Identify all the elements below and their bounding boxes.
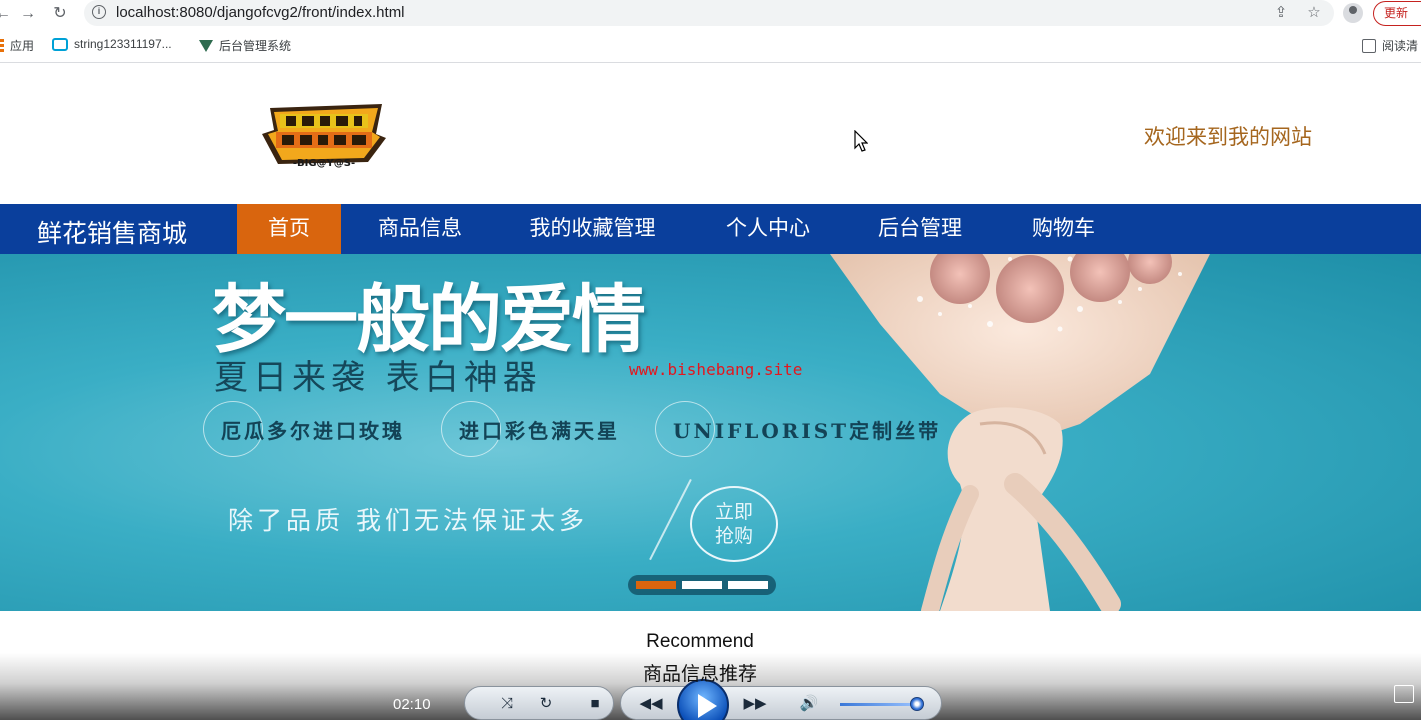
address-bar[interactable]: i localhost:8080/djangofcvg2/front/index…	[84, 0, 1334, 26]
feature-label: 进口彩色满天星	[459, 419, 620, 443]
recommend-title-en: Recommend	[646, 631, 754, 652]
carousel-dot[interactable]	[636, 581, 676, 589]
nav-item-favorites[interactable]: 我的收藏管理	[510, 204, 675, 254]
nav-item-products[interactable]: 商品信息	[360, 204, 480, 254]
repeat-icon[interactable]: ↻	[536, 694, 556, 714]
carousel-dot[interactable]	[728, 581, 768, 589]
shuffle-icon[interactable]: ⤨	[497, 694, 517, 714]
nav-item-cart[interactable]: 购物车	[1016, 204, 1111, 254]
reading-list[interactable]: 阅读清	[1362, 37, 1418, 54]
url-text[interactable]: localhost:8080/djangofcvg2/front/index.h…	[116, 4, 405, 21]
star-icon[interactable]: ☆	[1304, 3, 1324, 23]
banner-slogan: 除了品质 我们无法保证太多	[228, 506, 588, 535]
stop-icon[interactable]: ■	[585, 694, 605, 714]
nav-item-profile[interactable]: 个人中心	[708, 204, 828, 254]
welcome-text: 欢迎来到我的网站	[1144, 126, 1312, 149]
hero-banner[interactable]: 梦一般的爱情 夏日来袭 表白神器 www.bishebang.site 厄瓜多尔…	[0, 254, 1421, 611]
recommend-title-cn: 商品信息推荐	[642, 664, 757, 685]
rewind-icon[interactable]: ◀◀	[638, 694, 664, 714]
profile-avatar[interactable]	[1343, 3, 1363, 23]
logo-text: -BIG@Y@S-	[293, 158, 355, 169]
carousel-indicators	[628, 575, 776, 595]
carousel-dot[interactable]	[682, 581, 722, 589]
vue-logo-icon	[199, 39, 213, 52]
site-header: -BIG@Y@S- 欢迎来到我的网站	[0, 64, 1421, 204]
nav-item-admin[interactable]: 后台管理	[860, 204, 980, 254]
update-button[interactable]: 更新	[1373, 1, 1421, 26]
fast-forward-icon[interactable]: ▶▶	[742, 694, 768, 714]
bookmark-label: string123311197...	[74, 37, 172, 51]
browser-toolbar: ← → ↻ i localhost:8080/djangofcvg2/front…	[0, 0, 1421, 28]
feature-label: UNIFLORIST定制丝带	[673, 419, 942, 443]
bookmark-apps[interactable]: 应用	[0, 37, 34, 54]
fullscreen-icon[interactable]	[1394, 685, 1414, 703]
reload-icon[interactable]: ↻	[49, 3, 71, 25]
bookmarks-bar: 应用 string123311197... 后台管理系统 阅读清	[0, 28, 1421, 63]
bookmark-admin[interactable]: 后台管理系统	[199, 37, 291, 54]
bookmark-bilibili[interactable]: string123311197...	[52, 37, 172, 51]
playback-time: 02:10	[393, 696, 431, 713]
buy-now-line2: 抢购	[714, 525, 753, 547]
forward-arrow-icon[interactable]: →	[17, 3, 39, 25]
nav-item-home[interactable]: 首页	[237, 204, 341, 254]
site-brand[interactable]: 鲜花销售商城	[37, 214, 187, 250]
reading-list-label: 阅读清	[1382, 39, 1419, 53]
watermark-text: www.bishebang.site	[629, 360, 803, 379]
bookmark-label: 应用	[10, 39, 35, 53]
reading-list-icon	[1362, 38, 1376, 53]
mouse-cursor-icon	[854, 130, 868, 152]
bookmark-label: 后台管理系统	[219, 39, 292, 53]
share-icon[interactable]: ⇪	[1271, 3, 1291, 23]
buy-now-button[interactable]: 立即 抢购	[690, 486, 778, 562]
volume-slider[interactable]	[840, 703, 920, 706]
volume-icon[interactable]: 🔊	[799, 694, 819, 714]
back-arrow-icon[interactable]: ←	[0, 3, 14, 25]
apps-grid-icon	[0, 39, 4, 52]
banner-subtitle: 夏日来袭 表白神器	[214, 358, 542, 398]
main-navbar: 鲜花销售商城 首页 商品信息 我的收藏管理 个人中心 后台管理 购物车	[0, 204, 1421, 254]
feature-label: 厄瓜多尔进口玫瑰	[221, 419, 405, 443]
volume-knob[interactable]	[910, 697, 924, 711]
site-info-icon[interactable]: i	[92, 5, 106, 19]
divider-line	[649, 479, 692, 561]
site-logo[interactable]: -BIG@Y@S-	[258, 104, 390, 172]
bilibili-icon	[52, 37, 68, 51]
buy-now-line1: 立即	[714, 501, 753, 523]
